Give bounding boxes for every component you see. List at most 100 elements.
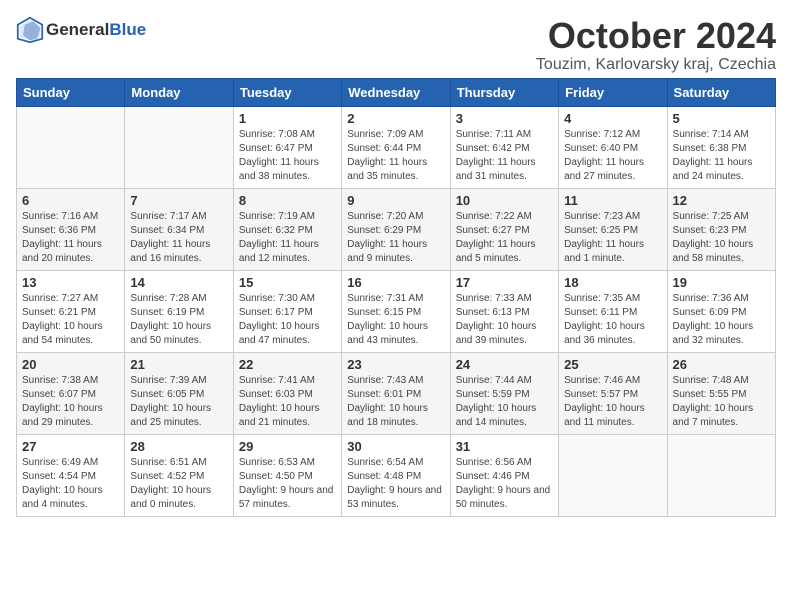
calendar-cell: 30Sunrise: 6:54 AM Sunset: 4:48 PM Dayli… xyxy=(342,434,450,516)
day-info: Sunrise: 6:53 AM Sunset: 4:50 PM Dayligh… xyxy=(239,456,336,512)
day-info: Sunrise: 7:30 AM Sunset: 6:17 PM Dayligh… xyxy=(239,292,336,348)
day-info: Sunrise: 7:36 AM Sunset: 6:09 PM Dayligh… xyxy=(673,292,770,348)
calendar-cell: 3 Sunrise: 7:11 AM Sunset: 6:42 PM Daylig… xyxy=(450,106,558,188)
calendar-cell: 16Sunrise: 7:31 AM Sunset: 6:15 PM Dayli… xyxy=(342,270,450,352)
calendar-cell: 28Sunrise: 6:51 AM Sunset: 4:52 PM Dayli… xyxy=(125,434,233,516)
day-info: Sunrise: 7:28 AM Sunset: 6:19 PM Dayligh… xyxy=(130,292,227,348)
day-number: 24 xyxy=(456,357,553,372)
day-number: 31 xyxy=(456,439,553,454)
weekday-header: Wednesday xyxy=(342,78,450,106)
day-number: 10 xyxy=(456,193,553,208)
calendar-cell: 21 Sunrise: 7:39 AM Sunset: 6:05 PM Dayli… xyxy=(125,352,233,434)
day-info: Sunrise: 7:35 AM Sunset: 6:11 PM Dayligh… xyxy=(564,292,661,348)
day-number: 27 xyxy=(22,439,119,454)
calendar-cell: 12Sunrise: 7:25 AM Sunset: 6:23 PM Dayli… xyxy=(667,188,775,270)
calendar-cell: 14 Sunrise: 7:28 AM Sunset: 6:19 PM Dayli… xyxy=(125,270,233,352)
day-info: Sunrise: 7:19 AM Sunset: 6:32 PM Dayligh… xyxy=(239,210,336,266)
calendar-week-row: 13 Sunrise: 7:27 AM Sunset: 6:21 PM Dayli… xyxy=(17,270,776,352)
day-number: 15 xyxy=(239,275,336,290)
day-info: Sunrise: 7:11 AM Sunset: 6:42 PM Dayligh… xyxy=(456,128,553,184)
calendar-table: SundayMondayTuesdayWednesdayThursdayFrid… xyxy=(16,78,776,517)
logo-blue: Blue xyxy=(109,21,146,40)
day-number: 19 xyxy=(673,275,770,290)
logo: GeneralBlue xyxy=(16,16,146,44)
month-title: October 2024 xyxy=(536,16,776,56)
day-number: 3 xyxy=(456,111,553,126)
day-info: Sunrise: 7:09 AM Sunset: 6:44 PM Dayligh… xyxy=(347,128,444,184)
calendar-cell: 4 Sunrise: 7:12 AM Sunset: 6:40 PM Daylig… xyxy=(559,106,667,188)
day-number: 29 xyxy=(239,439,336,454)
day-info: Sunrise: 6:51 AM Sunset: 4:52 PM Dayligh… xyxy=(130,456,227,512)
calendar-cell: 15 Sunrise: 7:30 AM Sunset: 6:17 PM Dayli… xyxy=(233,270,341,352)
day-number: 5 xyxy=(673,111,770,126)
calendar-cell: 26Sunrise: 7:48 AM Sunset: 5:55 PM Dayli… xyxy=(667,352,775,434)
day-info: Sunrise: 7:08 AM Sunset: 6:47 PM Dayligh… xyxy=(239,128,336,184)
calendar-cell: 29 Sunrise: 6:53 AM Sunset: 4:50 PM Dayli… xyxy=(233,434,341,516)
day-number: 13 xyxy=(22,275,119,290)
day-number: 8 xyxy=(239,193,336,208)
page-header: GeneralBlue October 2024 Touzim, Karlova… xyxy=(16,16,776,74)
day-info: Sunrise: 7:27 AM Sunset: 6:21 PM Dayligh… xyxy=(22,292,119,348)
logo-icon xyxy=(16,16,44,44)
calendar-week-row: 1 Sunrise: 7:08 AM Sunset: 6:47 PM Daylig… xyxy=(17,106,776,188)
day-info: Sunrise: 7:14 AM Sunset: 6:38 PM Dayligh… xyxy=(673,128,770,184)
calendar-cell: 1 Sunrise: 7:08 AM Sunset: 6:47 PM Daylig… xyxy=(233,106,341,188)
day-info: Sunrise: 6:54 AM Sunset: 4:48 PM Dayligh… xyxy=(347,456,444,512)
calendar-week-row: 6Sunrise: 7:16 AM Sunset: 6:36 PM Daylig… xyxy=(17,188,776,270)
day-info: Sunrise: 7:17 AM Sunset: 6:34 PM Dayligh… xyxy=(130,210,227,266)
day-number: 6 xyxy=(22,193,119,208)
day-number: 7 xyxy=(130,193,227,208)
day-number: 14 xyxy=(130,275,227,290)
calendar-cell: 25 Sunrise: 7:46 AM Sunset: 5:57 PM Dayli… xyxy=(559,352,667,434)
calendar-cell: 2 Sunrise: 7:09 AM Sunset: 6:44 PM Daylig… xyxy=(342,106,450,188)
calendar-cell: 22 Sunrise: 7:41 AM Sunset: 6:03 PM Dayli… xyxy=(233,352,341,434)
day-number: 12 xyxy=(673,193,770,208)
day-number: 20 xyxy=(22,357,119,372)
weekday-header: Sunday xyxy=(17,78,125,106)
calendar-header-row: SundayMondayTuesdayWednesdayThursdayFrid… xyxy=(17,78,776,106)
day-number: 23 xyxy=(347,357,444,372)
day-number: 22 xyxy=(239,357,336,372)
calendar-cell: 10 Sunrise: 7:22 AM Sunset: 6:27 PM Dayli… xyxy=(450,188,558,270)
day-number: 2 xyxy=(347,111,444,126)
calendar-cell: 7 Sunrise: 7:17 AM Sunset: 6:34 PM Daylig… xyxy=(125,188,233,270)
day-info: Sunrise: 7:33 AM Sunset: 6:13 PM Dayligh… xyxy=(456,292,553,348)
day-number: 9 xyxy=(347,193,444,208)
calendar-cell: 19 Sunrise: 7:36 AM Sunset: 6:09 PM Dayli… xyxy=(667,270,775,352)
title-area: October 2024 Touzim, Karlovarsky kraj, C… xyxy=(536,16,776,74)
day-number: 1 xyxy=(239,111,336,126)
day-info: Sunrise: 7:23 AM Sunset: 6:25 PM Dayligh… xyxy=(564,210,661,266)
day-info: Sunrise: 7:12 AM Sunset: 6:40 PM Dayligh… xyxy=(564,128,661,184)
calendar-week-row: 27 Sunrise: 6:49 AM Sunset: 4:54 PM Dayli… xyxy=(17,434,776,516)
calendar-cell: 24 Sunrise: 7:44 AM Sunset: 5:59 PM Dayli… xyxy=(450,352,558,434)
calendar-cell: 23 Sunrise: 7:43 AM Sunset: 6:01 PM Dayli… xyxy=(342,352,450,434)
day-number: 4 xyxy=(564,111,661,126)
calendar-cell: 8 Sunrise: 7:19 AM Sunset: 6:32 PM Daylig… xyxy=(233,188,341,270)
calendar-cell: 9Sunrise: 7:20 AM Sunset: 6:29 PM Daylig… xyxy=(342,188,450,270)
calendar-cell: 13 Sunrise: 7:27 AM Sunset: 6:21 PM Dayli… xyxy=(17,270,125,352)
calendar-cell: 20Sunrise: 7:38 AM Sunset: 6:07 PM Dayli… xyxy=(17,352,125,434)
calendar-cell: 31Sunrise: 6:56 AM Sunset: 4:46 PM Dayli… xyxy=(450,434,558,516)
day-info: Sunrise: 7:41 AM Sunset: 6:03 PM Dayligh… xyxy=(239,374,336,430)
logo-general: General xyxy=(46,21,109,40)
day-info: Sunrise: 7:44 AM Sunset: 5:59 PM Dayligh… xyxy=(456,374,553,430)
calendar-cell: 6Sunrise: 7:16 AM Sunset: 6:36 PM Daylig… xyxy=(17,188,125,270)
day-number: 25 xyxy=(564,357,661,372)
calendar-cell xyxy=(667,434,775,516)
day-number: 21 xyxy=(130,357,227,372)
calendar-cell: 5 Sunrise: 7:14 AM Sunset: 6:38 PM Daylig… xyxy=(667,106,775,188)
calendar-cell: 17Sunrise: 7:33 AM Sunset: 6:13 PM Dayli… xyxy=(450,270,558,352)
day-info: Sunrise: 7:46 AM Sunset: 5:57 PM Dayligh… xyxy=(564,374,661,430)
calendar-cell xyxy=(559,434,667,516)
day-number: 16 xyxy=(347,275,444,290)
calendar-cell xyxy=(17,106,125,188)
day-number: 18 xyxy=(564,275,661,290)
calendar-cell: 11Sunrise: 7:23 AM Sunset: 6:25 PM Dayli… xyxy=(559,188,667,270)
day-info: Sunrise: 7:43 AM Sunset: 6:01 PM Dayligh… xyxy=(347,374,444,430)
day-info: Sunrise: 7:22 AM Sunset: 6:27 PM Dayligh… xyxy=(456,210,553,266)
day-info: Sunrise: 7:39 AM Sunset: 6:05 PM Dayligh… xyxy=(130,374,227,430)
calendar-week-row: 20Sunrise: 7:38 AM Sunset: 6:07 PM Dayli… xyxy=(17,352,776,434)
weekday-header: Thursday xyxy=(450,78,558,106)
location-title: Touzim, Karlovarsky kraj, Czechia xyxy=(536,56,776,74)
day-info: Sunrise: 6:49 AM Sunset: 4:54 PM Dayligh… xyxy=(22,456,119,512)
